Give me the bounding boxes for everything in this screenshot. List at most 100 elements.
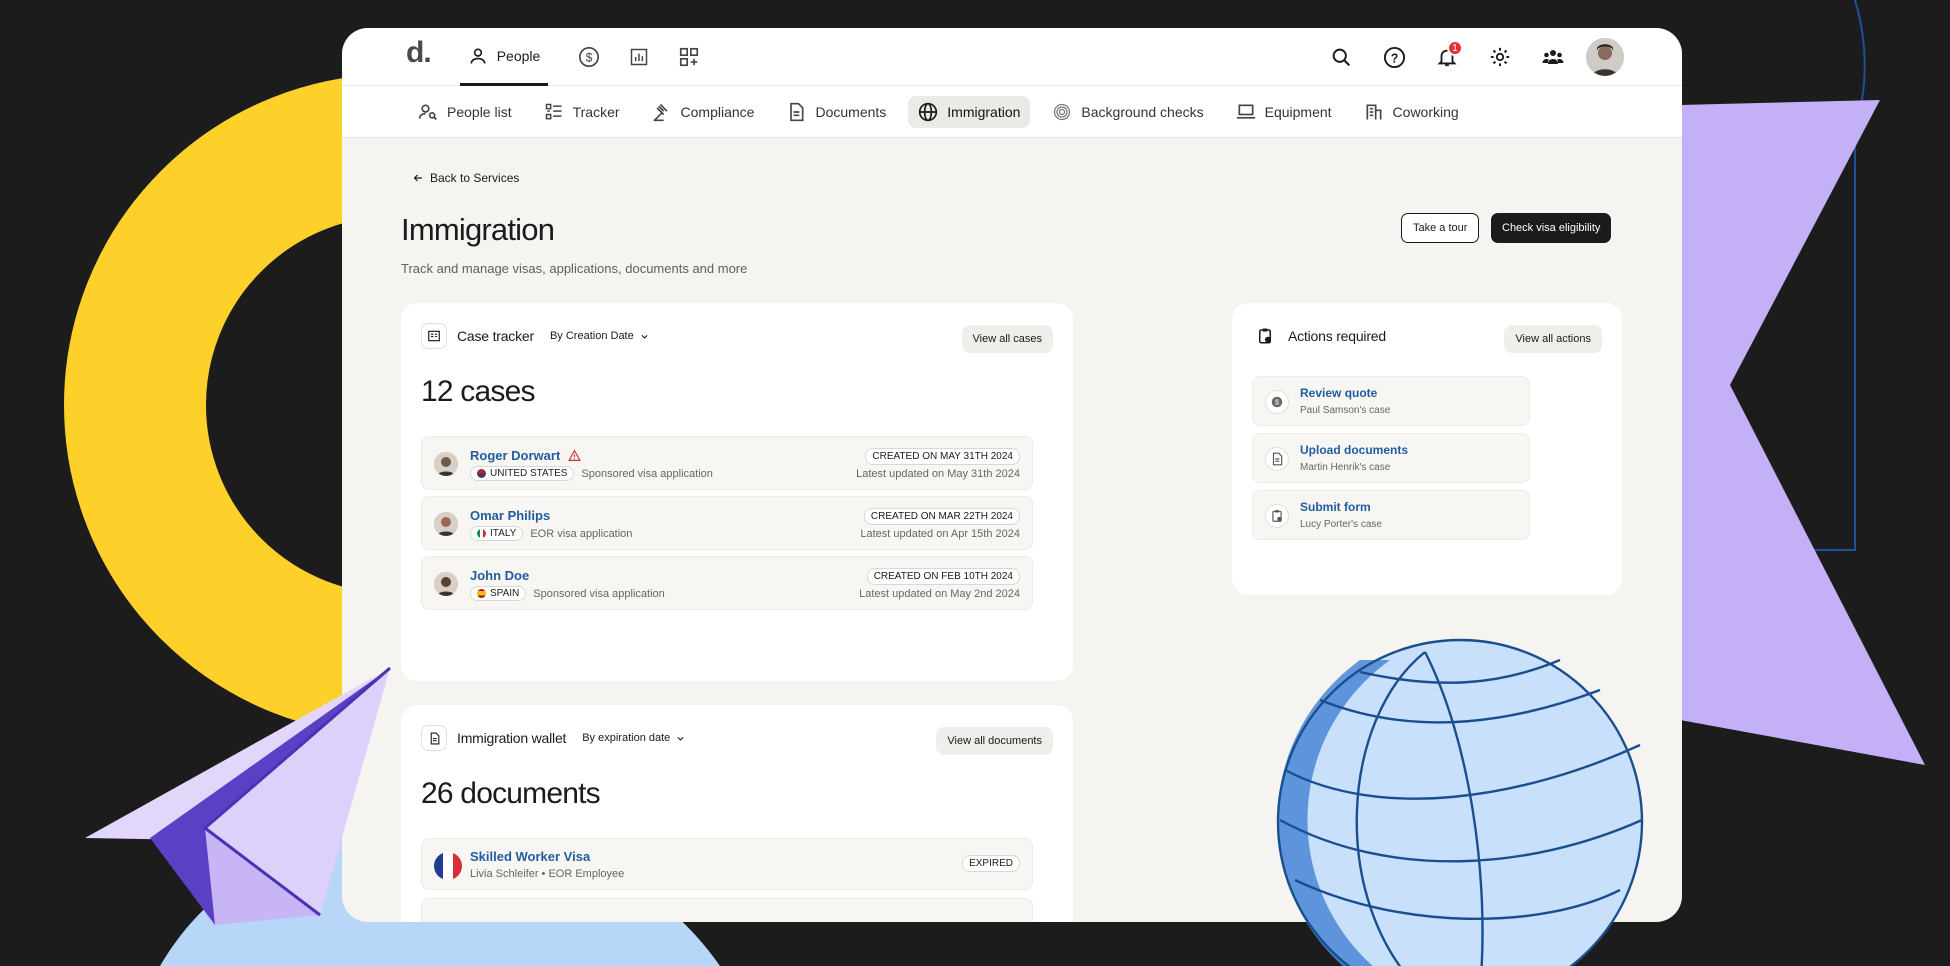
subnav-item-label: People list — [447, 103, 512, 120]
case-person-name[interactable]: Omar Philips — [470, 508, 550, 523]
top-bar: d. People $ ? 1 — [342, 28, 1682, 86]
settings-icon[interactable] — [1480, 37, 1520, 77]
warning-icon — [568, 449, 582, 461]
document-icon — [790, 102, 804, 121]
apps-icon[interactable] — [677, 45, 701, 69]
user-avatar[interactable] — [1586, 38, 1624, 76]
subnav-item-label: Equipment — [1264, 103, 1332, 120]
take-tour-button[interactable]: Take a tour — [1401, 213, 1480, 243]
actions-header: Actions required — [1252, 323, 1386, 349]
fingerprint-icon — [1054, 103, 1071, 120]
subnav-item-label: Documents — [815, 103, 887, 120]
document-row[interactable]: Skilled Worker Visa Livia Schleifer • EOR… — [421, 838, 1033, 890]
subnav-item-label: Compliance — [680, 103, 755, 120]
document-owner: Livia Schleifer • EOR Employee — [470, 868, 625, 880]
document-title[interactable]: Skilled Worker Visa — [470, 849, 590, 864]
bell-icon[interactable]: 1 — [1427, 37, 1467, 77]
country-label: ITALY — [490, 528, 517, 539]
brand-logo[interactable]: d. — [406, 36, 432, 70]
wallet-sort-label: By expiration date — [582, 732, 671, 744]
chart-icon[interactable] — [627, 45, 651, 69]
action-item[interactable]: Upload documents Martin Henrik's case — [1252, 433, 1530, 483]
team-icon[interactable] — [1533, 37, 1573, 77]
case-tracker-title: Case tracker — [457, 328, 534, 344]
action-item[interactable]: Submit form Lucy Porter's case — [1252, 490, 1530, 540]
avatar — [434, 452, 458, 476]
wallet-sort-dropdown[interactable]: By expiration date — [582, 732, 685, 744]
back-to-services-link[interactable]: Back to Services — [412, 171, 519, 185]
document-icon — [1265, 447, 1289, 471]
subnav-item-equipment[interactable]: Equipment — [1226, 96, 1342, 128]
laptop-icon — [1236, 104, 1255, 119]
app-window: d. People $ ? 1 People list Tracker Compli… — [342, 28, 1682, 922]
action-subtitle: Paul Samson's case — [1300, 405, 1391, 416]
notification-badge: 1 — [1447, 40, 1463, 56]
country-tag: SPAIN — [470, 586, 527, 601]
document-count: 26 documents — [421, 777, 601, 810]
chevron-down-icon — [641, 334, 648, 339]
nav-people-label: People — [496, 47, 541, 64]
case-sort-dropdown[interactable]: By Creation Date — [550, 330, 649, 342]
case-row[interactable]: John Doe SPAIN Sponsored visa application C… — [421, 556, 1033, 610]
back-link-label: Back to Services — [430, 171, 520, 185]
country-tag: UNITED STATES — [470, 466, 575, 481]
arrow-left-icon — [413, 174, 422, 182]
action-item[interactable]: $ Review quote Paul Samson's case — [1252, 376, 1530, 426]
case-person-name[interactable]: John Doe — [470, 568, 529, 583]
visa-type: Sponsored visa application — [533, 587, 665, 600]
case-person-name[interactable]: Roger Dorwart — [470, 448, 560, 463]
clipboard-icon — [1265, 504, 1289, 528]
action-title[interactable]: Upload documents — [1300, 443, 1408, 457]
case-row[interactable]: Roger Dorwart UNITED STATES Sponsored visa… — [421, 436, 1033, 490]
subnav-item-people-list[interactable]: People list — [408, 96, 522, 128]
action-title[interactable]: Submit form — [1300, 500, 1371, 514]
action-title[interactable]: Review quote — [1300, 386, 1377, 400]
subnav-item-tracker[interactable]: Tracker — [534, 96, 630, 128]
document-row-partial — [421, 898, 1033, 922]
updated-date: Latest updated on May 2nd 2024 — [859, 588, 1020, 600]
view-all-documents-button[interactable]: View all documents — [936, 727, 1053, 755]
document-icon — [421, 725, 447, 751]
country-label: SPAIN — [490, 588, 520, 599]
visa-type: EOR visa application — [530, 527, 633, 540]
subnav-item-label: Coworking — [1392, 103, 1459, 120]
france-flag-icon — [434, 852, 462, 880]
case-count: 12 cases — [421, 375, 535, 408]
svg-text:?: ? — [1390, 51, 1398, 65]
nav-people-tab[interactable]: People — [460, 28, 548, 86]
action-subtitle: Martin Henrik's case — [1300, 462, 1391, 473]
subnav-item-label: Background checks — [1081, 103, 1204, 120]
subnav-item-documents[interactable]: Documents — [776, 96, 896, 128]
page-subtitle: Track and manage visas, applications, do… — [401, 261, 748, 276]
tracker-icon — [545, 103, 562, 119]
case-sort-label: By Creation Date — [549, 330, 634, 342]
toolbar-right: ? 1 — [1321, 37, 1624, 77]
document-status-badge: EXPIRED — [962, 855, 1020, 872]
avatar — [434, 512, 458, 536]
immigration-wallet-card: Immigration wallet By expiration date Vi… — [401, 705, 1073, 922]
globe-icon — [919, 102, 938, 121]
subnav-item-compliance[interactable]: Compliance — [642, 96, 765, 128]
view-all-cases-button[interactable]: View all cases — [961, 325, 1053, 353]
created-date-badge: CREATED ON FEB 10TH 2024 — [866, 568, 1020, 585]
case-row[interactable]: Omar Philips ITALY EOR visa application CRE… — [421, 496, 1033, 550]
help-icon[interactable]: ? — [1374, 37, 1414, 77]
country-flag-icon — [477, 469, 486, 478]
subnav-item-label: Immigration — [947, 103, 1021, 120]
subnav-item-immigration[interactable]: Immigration — [908, 95, 1031, 128]
search-icon[interactable] — [1321, 37, 1361, 77]
subnav-item-background-checks[interactable]: Background checks — [1042, 96, 1213, 128]
subnav-item-coworking[interactable]: Coworking — [1354, 96, 1469, 128]
dollar-icon[interactable]: $ — [577, 45, 601, 69]
visa-type: Sponsored visa application — [581, 467, 713, 480]
purple-ribbon-shape — [1680, 100, 1925, 765]
actions-title: Actions required — [1288, 328, 1386, 344]
check-visa-eligibility-button[interactable]: Check visa eligibility — [1491, 213, 1612, 243]
avatar — [434, 572, 458, 596]
country-flag-icon — [477, 589, 486, 598]
page-title: Immigration — [401, 212, 555, 247]
people-search-icon — [418, 104, 437, 120]
wallet-header: Immigration wallet By expiration date — [421, 725, 685, 751]
view-all-actions-button[interactable]: View all actions — [1504, 325, 1602, 353]
created-date-badge: CREATED ON MAR 22TH 2024 — [863, 508, 1020, 525]
